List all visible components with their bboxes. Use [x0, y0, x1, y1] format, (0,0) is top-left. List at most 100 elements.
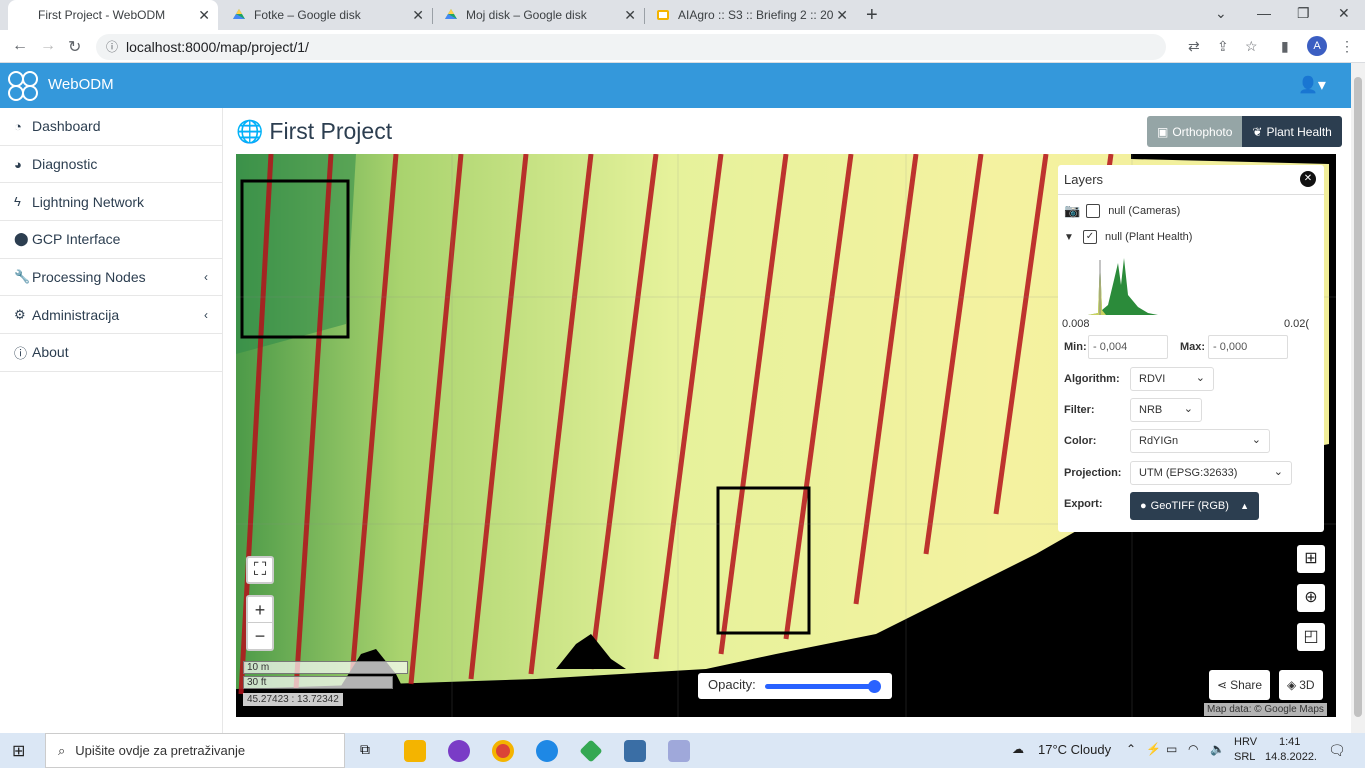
opacity-slider-track[interactable]	[765, 684, 875, 689]
wrench-icon: 🔧	[14, 269, 31, 285]
tab-title: First Project - WebODM	[38, 8, 166, 22]
new-tab-button[interactable]: +	[866, 4, 878, 27]
chrome-icon[interactable]	[492, 740, 514, 762]
draw-button[interactable]: ◰	[1297, 623, 1325, 651]
paint-icon[interactable]	[668, 740, 690, 762]
filter-label: Filter:	[1064, 404, 1095, 416]
search-icon: ⌕	[58, 742, 66, 758]
share-page-icon[interactable]: ⇪	[1217, 38, 1229, 55]
url-field[interactable]: ⓘ localhost:8000/map/project/1/	[96, 34, 1166, 60]
zoom-out-button[interactable]: −	[248, 623, 272, 649]
share-button[interactable]: ⋖ Share	[1209, 670, 1271, 700]
zoom-in-button[interactable]: +	[248, 597, 272, 623]
page-scrollbar[interactable]	[1351, 63, 1365, 733]
app-icon[interactable]	[579, 739, 603, 763]
close-icon[interactable]: ✕	[624, 7, 636, 24]
export-button[interactable]: ● GeoTIFF (RGB) ▲	[1130, 492, 1259, 520]
algorithm-value: RDVI	[1139, 373, 1166, 385]
tab-search-icon[interactable]: ⌄	[1215, 5, 1227, 22]
menu-icon[interactable]: ⋮	[1340, 38, 1354, 55]
close-icon[interactable]: ✕	[836, 7, 848, 24]
window-close-button[interactable]: ✕	[1338, 5, 1350, 22]
grid-layers-button[interactable]: ⊞	[1297, 545, 1325, 573]
scrollbar-thumb[interactable]	[1354, 77, 1362, 717]
language-indicator[interactable]: HRV	[1234, 736, 1257, 748]
sidebar-item-dashboard[interactable]: ◔ Dashboard	[0, 108, 222, 146]
clock-time[interactable]: 1:41	[1279, 736, 1300, 748]
weather-text[interactable]: 17°C Cloudy	[1038, 742, 1111, 757]
close-icon[interactable]: ✕	[1300, 171, 1316, 187]
sidebar-item-lightning-network[interactable]: ϟ Lightning Network	[0, 183, 222, 222]
info-icon[interactable]: ⓘ	[106, 34, 118, 60]
layer-checkbox-plant-health[interactable]: ✓	[1083, 230, 1097, 244]
3d-label: 3D	[1299, 678, 1315, 692]
edge-icon[interactable]	[536, 740, 558, 762]
maximize-button[interactable]: ❐	[1297, 5, 1310, 22]
tab-moj-disk[interactable]: Moj disk – Google disk ✕	[434, 0, 645, 30]
task-view-icon[interactable]: ⧉	[360, 741, 370, 758]
back-icon[interactable]: ←	[12, 37, 28, 55]
reload-icon[interactable]: ↻	[68, 37, 81, 57]
projection-select[interactable]: UTM (EPSG:32633) ⌄	[1130, 461, 1292, 485]
min-input[interactable]: - 0,004	[1088, 335, 1168, 359]
tab-fotke[interactable]: Fotke – Google disk ✕	[222, 0, 433, 30]
sidebar-item-label: Lightning Network	[32, 193, 145, 210]
forward-icon[interactable]: →	[40, 37, 56, 55]
close-icon[interactable]: ✕	[412, 7, 424, 24]
network-icon[interactable]: ⚡	[1146, 742, 1161, 756]
sidebar-item-administracija[interactable]: ⚙ Administracija ‹	[0, 296, 222, 335]
translate-icon[interactable]: ⇄	[1188, 38, 1200, 55]
projection-label: Projection:	[1064, 467, 1122, 479]
map-marker-icon: ⬤	[14, 231, 29, 247]
3d-button[interactable]: ◈ 3D	[1279, 670, 1323, 700]
opera-icon[interactable]	[448, 740, 470, 762]
sidebar-item-diagnostic[interactable]: ◕ Diagnostic	[0, 146, 222, 184]
sidebar-item-about[interactable]: ⓘ About	[0, 334, 222, 372]
battery-icon[interactable]: ▭	[1166, 742, 1177, 756]
opacity-slider-handle[interactable]	[868, 680, 881, 693]
tray-arrow-icon[interactable]: ⌃	[1126, 742, 1136, 756]
wifi-icon[interactable]: ◠	[1188, 742, 1198, 756]
page-title-text: First Project	[269, 118, 393, 144]
layers-title: Layers	[1064, 172, 1104, 187]
chevron-down-icon: ⌄	[1251, 434, 1261, 446]
orthophoto-button[interactable]: ▣ Orthophoto	[1147, 116, 1243, 147]
min-label: Min:	[1064, 341, 1087, 353]
fullscreen-button[interactable]: ⛶	[246, 556, 274, 584]
tab-aiagro[interactable]: AIAgro :: S3 :: Briefing 2 :: 202208 ✕	[646, 0, 856, 30]
plant-health-button[interactable]: ❦ Plant Health	[1242, 116, 1342, 147]
algorithm-select[interactable]: RDVI ⌄	[1130, 367, 1214, 391]
filter-select[interactable]: NRB ⌄	[1130, 398, 1202, 422]
volume-icon[interactable]: 🔈	[1210, 742, 1225, 756]
webodm-logo-icon[interactable]	[6, 69, 40, 103]
add-measurement-button[interactable]: ⊕	[1297, 584, 1325, 612]
histogram-max-label: 0.02(	[1284, 318, 1310, 330]
notifications-icon[interactable]: 🗨	[1328, 742, 1346, 759]
brand-name[interactable]: WebODM	[48, 76, 114, 93]
side-panel-icon[interactable]: ▮	[1281, 38, 1289, 55]
sidebar-item-processing-nodes[interactable]: 🔧 Processing Nodes ‹	[0, 259, 222, 297]
sidebar-item-gcp-interface[interactable]: ⬤ GCP Interface	[0, 221, 222, 259]
bookmark-star-icon[interactable]: ☆	[1245, 38, 1258, 55]
file-explorer-icon[interactable]	[404, 740, 426, 762]
chevron-left-icon[interactable]: ‹	[204, 270, 208, 284]
max-input[interactable]: - 0,000	[1208, 335, 1288, 359]
chevron-left-icon[interactable]: ‹	[204, 308, 208, 322]
windows-start-icon[interactable]: ⊞	[12, 741, 25, 761]
tab-webodm[interactable]: First Project - WebODM ✕	[8, 0, 218, 30]
page-title: 🌐 First Project	[236, 118, 392, 145]
color-select[interactable]: RdYIGn ⌄	[1130, 429, 1270, 453]
user-menu-icon[interactable]: 👤▾	[1298, 75, 1326, 95]
layer-name: null (Plant Health)	[1105, 231, 1193, 243]
profile-avatar[interactable]: A	[1307, 36, 1327, 56]
bolt-icon: ϟ	[14, 194, 21, 210]
filter-value: NRB	[1139, 404, 1163, 416]
layer-checkbox-cameras[interactable]	[1086, 204, 1101, 218]
minimize-button[interactable]: —	[1257, 5, 1271, 21]
keyboard-layout[interactable]: SRL	[1234, 751, 1255, 763]
caret-down-icon[interactable]: ▼	[1064, 232, 1077, 243]
clock-date[interactable]: 14.8.2022.	[1265, 751, 1317, 763]
close-icon[interactable]: ✕	[198, 7, 210, 24]
photos-icon[interactable]	[624, 740, 646, 762]
taskbar-search[interactable]: ⌕ Upišite ovdje za pretraživanje	[45, 733, 345, 768]
